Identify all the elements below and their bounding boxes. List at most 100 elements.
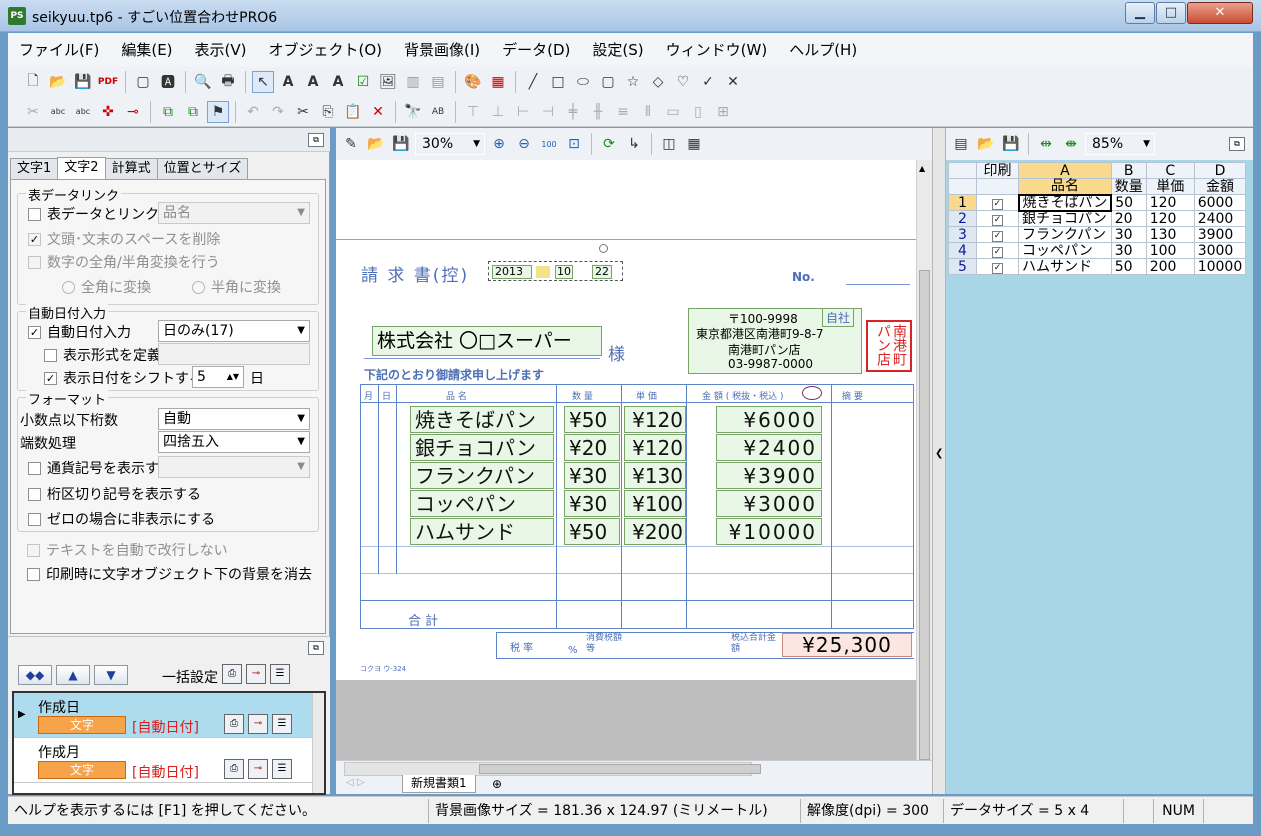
delete-icon[interactable]: ✕ xyxy=(367,101,389,123)
barcode-icon[interactable]: ▥ xyxy=(402,71,424,93)
table-grid-icon[interactable]: ▦ xyxy=(487,71,509,93)
row5-amount[interactable]: ¥10000 xyxy=(716,518,822,545)
menu-settings[interactable]: 設定(S) xyxy=(581,33,654,67)
canvas-horizontal-scrollbar[interactable] xyxy=(344,762,761,776)
field-name-c[interactable]: 単価 xyxy=(1145,178,1195,195)
align-center-h-icon[interactable]: ╪ xyxy=(562,101,584,123)
menu-background[interactable]: 背景画像(I) xyxy=(393,33,491,67)
row1-item-name[interactable]: 焼きそばパン xyxy=(410,406,554,433)
save-icon[interactable]: 💾 xyxy=(72,71,94,93)
export-icon[interactable]: ↳ xyxy=(623,133,645,155)
copy-icon[interactable]: ⎘ xyxy=(317,101,339,123)
table-row[interactable]: 2 ✓ 銀チョコパン 20 120 2400 xyxy=(948,210,1247,227)
save-data-icon[interactable]: 💾 xyxy=(1000,133,1022,155)
row3-item-name[interactable]: フランクパン xyxy=(410,462,554,489)
cut-icon[interactable]: ✂ xyxy=(292,101,314,123)
table-row[interactable]: 5 ✓ ハムサンド 50 200 10000 xyxy=(948,258,1247,275)
open-doc-icon[interactable]: 📂 xyxy=(365,133,387,155)
cell-a[interactable]: 焼きそばパン xyxy=(1017,193,1113,212)
cell-a[interactable]: 銀チョコパン xyxy=(1018,210,1112,227)
cell-b[interactable]: 30 xyxy=(1110,226,1147,243)
row1-unit-price[interactable]: ¥120 xyxy=(624,406,686,433)
print-checkbox-cell[interactable]: ✓ xyxy=(976,242,1019,259)
field-name-d[interactable]: 金額 xyxy=(1193,178,1247,195)
undo-icon[interactable]: ↶ xyxy=(242,101,264,123)
to-half-radio[interactable] xyxy=(192,280,205,294)
print-checkbox[interactable]: ✓ xyxy=(992,231,1003,242)
menu-object[interactable]: オブジェクト(O) xyxy=(258,33,394,67)
row4-quantity[interactable]: ¥30 xyxy=(564,490,620,517)
distribute-h-icon[interactable]: ≡ xyxy=(612,101,634,123)
text-object-icon[interactable]: A xyxy=(277,71,299,93)
row3-amount[interactable]: ¥3900 xyxy=(716,462,822,489)
same-width-icon[interactable]: ▭ xyxy=(662,101,684,123)
refresh-icon[interactable]: ⟳ xyxy=(598,133,620,155)
currency-combo[interactable]: ▼ xyxy=(158,456,310,478)
erase-bg-checkbox[interactable] xyxy=(27,567,40,581)
cross-shape-icon[interactable]: ✕ xyxy=(722,71,744,93)
table-link-checkbox[interactable] xyxy=(28,207,41,221)
list-item[interactable]: 作成月 文字 [自動日付] ⎙ ⊸ ☰ xyxy=(14,738,312,783)
cell-d[interactable]: 6000 xyxy=(1193,194,1247,211)
cell-c[interactable]: 120 xyxy=(1145,210,1195,227)
print-checkbox-cell[interactable]: ✓ xyxy=(976,194,1019,211)
ungroup-icon[interactable]: ⧉ xyxy=(182,101,204,123)
row1-quantity[interactable]: ¥50 xyxy=(564,406,620,433)
row5-item-name[interactable]: ハムサンド xyxy=(410,518,554,545)
table-row[interactable]: 3 ✓ フランクパン 30 130 3900 xyxy=(948,226,1247,243)
grand-total[interactable]: ¥25,300 xyxy=(782,633,912,657)
layer-icon[interactable]: ⚑ xyxy=(207,100,229,123)
grid-dots-icon[interactable]: ▦ xyxy=(683,133,705,155)
cell-d[interactable]: 3000 xyxy=(1193,242,1247,259)
auto-date-checkbox[interactable] xyxy=(28,325,41,339)
move-down-button[interactable]: ▼ xyxy=(94,665,128,685)
frame-icon[interactable]: ▢ xyxy=(132,71,154,93)
currency-checkbox[interactable] xyxy=(28,461,41,475)
align-bottom-icon[interactable]: ⊥ xyxy=(487,101,509,123)
field-list-scrollbar[interactable] xyxy=(312,693,324,793)
cell-a[interactable]: コッペパン xyxy=(1018,242,1112,259)
group-icon[interactable]: ⧉ xyxy=(157,101,179,123)
align-right-icon[interactable]: ⊣ xyxy=(537,101,559,123)
align-left-icon[interactable]: ⊢ xyxy=(512,101,534,123)
zoom-fit-icon[interactable]: ⊡ xyxy=(563,133,585,155)
heart-icon[interactable]: ♡ xyxy=(672,71,694,93)
menu-help[interactable]: ヘルプ(H) xyxy=(778,33,868,67)
row4-amount[interactable]: ¥3000 xyxy=(716,490,822,517)
print-checkbox-cell[interactable]: ✓ xyxy=(976,226,1019,243)
cell-a[interactable]: フランクパン xyxy=(1018,226,1112,243)
background-image-icon[interactable]: 🎨 xyxy=(462,71,484,93)
distribute-v-icon[interactable]: ⦀ xyxy=(637,101,659,123)
menu-file[interactable]: ファイル(F) xyxy=(8,33,110,67)
splitter-arrow-icon[interactable]: ❮ xyxy=(935,448,943,459)
col-c-header[interactable]: C xyxy=(1145,162,1195,179)
image-object-icon[interactable]: 🖼 xyxy=(377,71,399,93)
cell-a[interactable]: ハムサンド xyxy=(1018,258,1112,275)
shift-days-stepper[interactable]: 5 ▲▼ xyxy=(192,366,244,388)
row3-quantity[interactable]: ¥30 xyxy=(564,462,620,489)
table-icon[interactable]: ☰ xyxy=(272,714,292,734)
close-button[interactable]: ✕ xyxy=(1187,2,1253,24)
paste-icon[interactable]: 📋 xyxy=(342,101,364,123)
tab-formula[interactable]: 計算式 xyxy=(104,158,158,180)
field-abc-icon[interactable]: abc xyxy=(47,101,69,123)
decimal-combo[interactable]: 自動 ▼ xyxy=(158,408,310,430)
open-folder-icon[interactable]: 📂 xyxy=(47,71,69,93)
bulk-table-icon[interactable]: ☰ xyxy=(270,664,290,684)
trim-space-checkbox[interactable] xyxy=(28,232,41,246)
text-multi-icon[interactable]: A xyxy=(327,71,349,93)
find-icon[interactable]: 🔭 xyxy=(402,101,424,123)
check-shape-icon[interactable]: ✓ xyxy=(697,71,719,93)
format-define-checkbox[interactable] xyxy=(44,348,57,362)
no-wrap-checkbox[interactable] xyxy=(27,543,40,557)
print-icon[interactable]: ⎙ xyxy=(224,759,244,779)
zoom-out-icon[interactable]: ⊖ xyxy=(513,133,535,155)
menu-edit[interactable]: 編集(E) xyxy=(110,33,183,67)
cell-b[interactable]: 20 xyxy=(1110,210,1147,227)
table-icon[interactable]: ☰ xyxy=(272,759,292,779)
data-grid[interactable]: 印刷 A B C D 品名 数量 単価 金額 1 ✓ 焼きそばパン 50 120… xyxy=(948,162,1247,275)
col-b-header[interactable]: B xyxy=(1110,162,1147,179)
field-name-b[interactable]: 数量 xyxy=(1110,178,1147,195)
sheet-tab[interactable]: 新規書類1 xyxy=(402,775,476,793)
menu-data[interactable]: データ(D) xyxy=(491,33,581,67)
